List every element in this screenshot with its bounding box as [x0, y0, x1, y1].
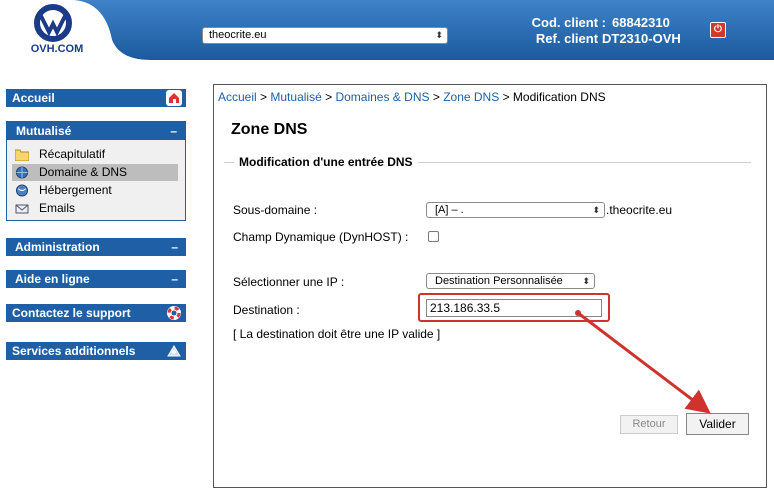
- server-icon: [15, 184, 29, 197]
- ref-client-label: Ref. client :: [535, 31, 606, 46]
- breadcrumb-separator: >: [502, 90, 510, 104]
- logo-text: OVH.COM: [30, 43, 84, 55]
- ref-client-value: DT2310-OVH: [602, 31, 681, 46]
- sidebar-item-label: Contactez le support: [12, 306, 131, 320]
- site-select-value: theocrite.eu: [209, 29, 267, 41]
- breadcrumb-separator: >: [260, 90, 268, 104]
- folder-icon: [15, 149, 29, 161]
- breadcrumb: Accueil > Mutualisé > Domaines & DNS > Z…: [218, 90, 606, 104]
- home-icon: [166, 90, 182, 106]
- breadcrumb-mutualise[interactable]: Mutualisé: [270, 90, 321, 104]
- sidebar-item-aide[interactable]: Aide en ligne –: [6, 270, 186, 288]
- services-icon: [167, 345, 181, 357]
- subdomain-select[interactable]: [A] – . ⬍: [426, 202, 605, 218]
- ovh-logo[interactable]: OVH.COM: [8, 2, 98, 60]
- select-arrows-icon: ⬍: [435, 30, 443, 40]
- sidebar-item-domaine-dns[interactable]: Domaine & DNS: [12, 164, 178, 181]
- breadcrumb-zone-dns[interactable]: Zone DNS: [443, 90, 499, 104]
- sidebar-item-label: Récapitulatif: [39, 147, 106, 161]
- page-title: Zone DNS: [231, 121, 308, 138]
- dynhost-label: Champ Dynamique (DynHOST) :: [233, 230, 409, 244]
- breadcrumb-current: Modification DNS: [512, 90, 606, 104]
- sidebar-item-hebergement[interactable]: Hébergement: [12, 182, 178, 199]
- valider-button[interactable]: Valider: [686, 413, 749, 435]
- cod-client-value: 68842310: [612, 15, 670, 30]
- destination-label: Destination :: [233, 303, 300, 317]
- ip-select-label: Sélectionner une IP :: [233, 275, 345, 289]
- logout-button[interactable]: ⏻: [710, 22, 726, 38]
- sidebar-item-accueil[interactable]: Accueil: [6, 89, 186, 107]
- sidebar-item-label: Mutualisé: [16, 124, 72, 138]
- sidebar-item-services[interactable]: Services additionnels: [6, 342, 186, 360]
- collapse-icon: –: [171, 272, 178, 286]
- header: OVH.COM theocrite.eu ⬍ Cod. client : 688…: [0, 0, 774, 60]
- breadcrumb-separator: >: [325, 90, 333, 104]
- destination-input[interactable]: 213.186.33.5: [426, 299, 602, 317]
- main-panel: Accueil > Mutualisé > Domaines & DNS > Z…: [213, 84, 767, 488]
- ip-select-value: Destination Personnalisée: [435, 275, 563, 287]
- sidebar-item-label: Accueil: [12, 91, 55, 105]
- dynhost-checkbox[interactable]: [428, 231, 439, 242]
- collapse-icon: –: [171, 240, 178, 254]
- cod-client-label: Cod. client :: [531, 15, 606, 30]
- breadcrumb-domaines[interactable]: Domaines & DNS: [335, 90, 429, 104]
- subdomain-suffix: .theocrite.eu: [606, 203, 673, 217]
- sidebar-section-mutualise: Mutualisé – Récapitulatif Domaine & DNS …: [6, 121, 186, 221]
- sidebar-item-label: Hébergement: [39, 183, 112, 197]
- sidebar-item-label: Administration: [15, 240, 100, 254]
- fieldset-legend: Modification d'une entrée DNS: [234, 155, 418, 169]
- sidebar-item-recapitulatif[interactable]: Récapitulatif: [12, 146, 178, 163]
- site-select[interactable]: theocrite.eu ⬍: [202, 27, 448, 44]
- ovh-logo-icon: [34, 4, 72, 42]
- collapse-icon: –: [170, 124, 177, 138]
- sidebar-item-administration[interactable]: Administration –: [6, 238, 186, 256]
- email-icon: [15, 204, 29, 214]
- destination-hint: [ La destination doit être une IP valide…: [233, 327, 441, 341]
- breadcrumb-separator: >: [432, 90, 440, 104]
- lifebuoy-icon: [167, 306, 181, 320]
- retour-button[interactable]: Retour: [620, 415, 678, 434]
- ip-select[interactable]: Destination Personnalisée ⬍: [426, 273, 595, 289]
- globe-icon: [15, 166, 29, 179]
- select-arrows-icon: ⬍: [592, 205, 600, 215]
- sidebar-item-label: Aide en ligne: [15, 272, 90, 286]
- sidebar-item-emails[interactable]: Emails: [12, 200, 178, 217]
- breadcrumb-accueil[interactable]: Accueil: [218, 90, 257, 104]
- sidebar-item-label: Services additionnels: [12, 344, 136, 358]
- sidebar-item-label: Domaine & DNS: [39, 165, 128, 179]
- subdomain-label: Sous-domaine :: [233, 203, 318, 217]
- subdomain-select-value: [A] – .: [435, 204, 464, 216]
- sidebar-item-mutualise[interactable]: Mutualisé –: [7, 122, 185, 140]
- select-arrows-icon: ⬍: [582, 276, 590, 286]
- sidebar-item-support[interactable]: Contactez le support: [6, 304, 186, 322]
- sidebar-item-label: Emails: [39, 201, 76, 215]
